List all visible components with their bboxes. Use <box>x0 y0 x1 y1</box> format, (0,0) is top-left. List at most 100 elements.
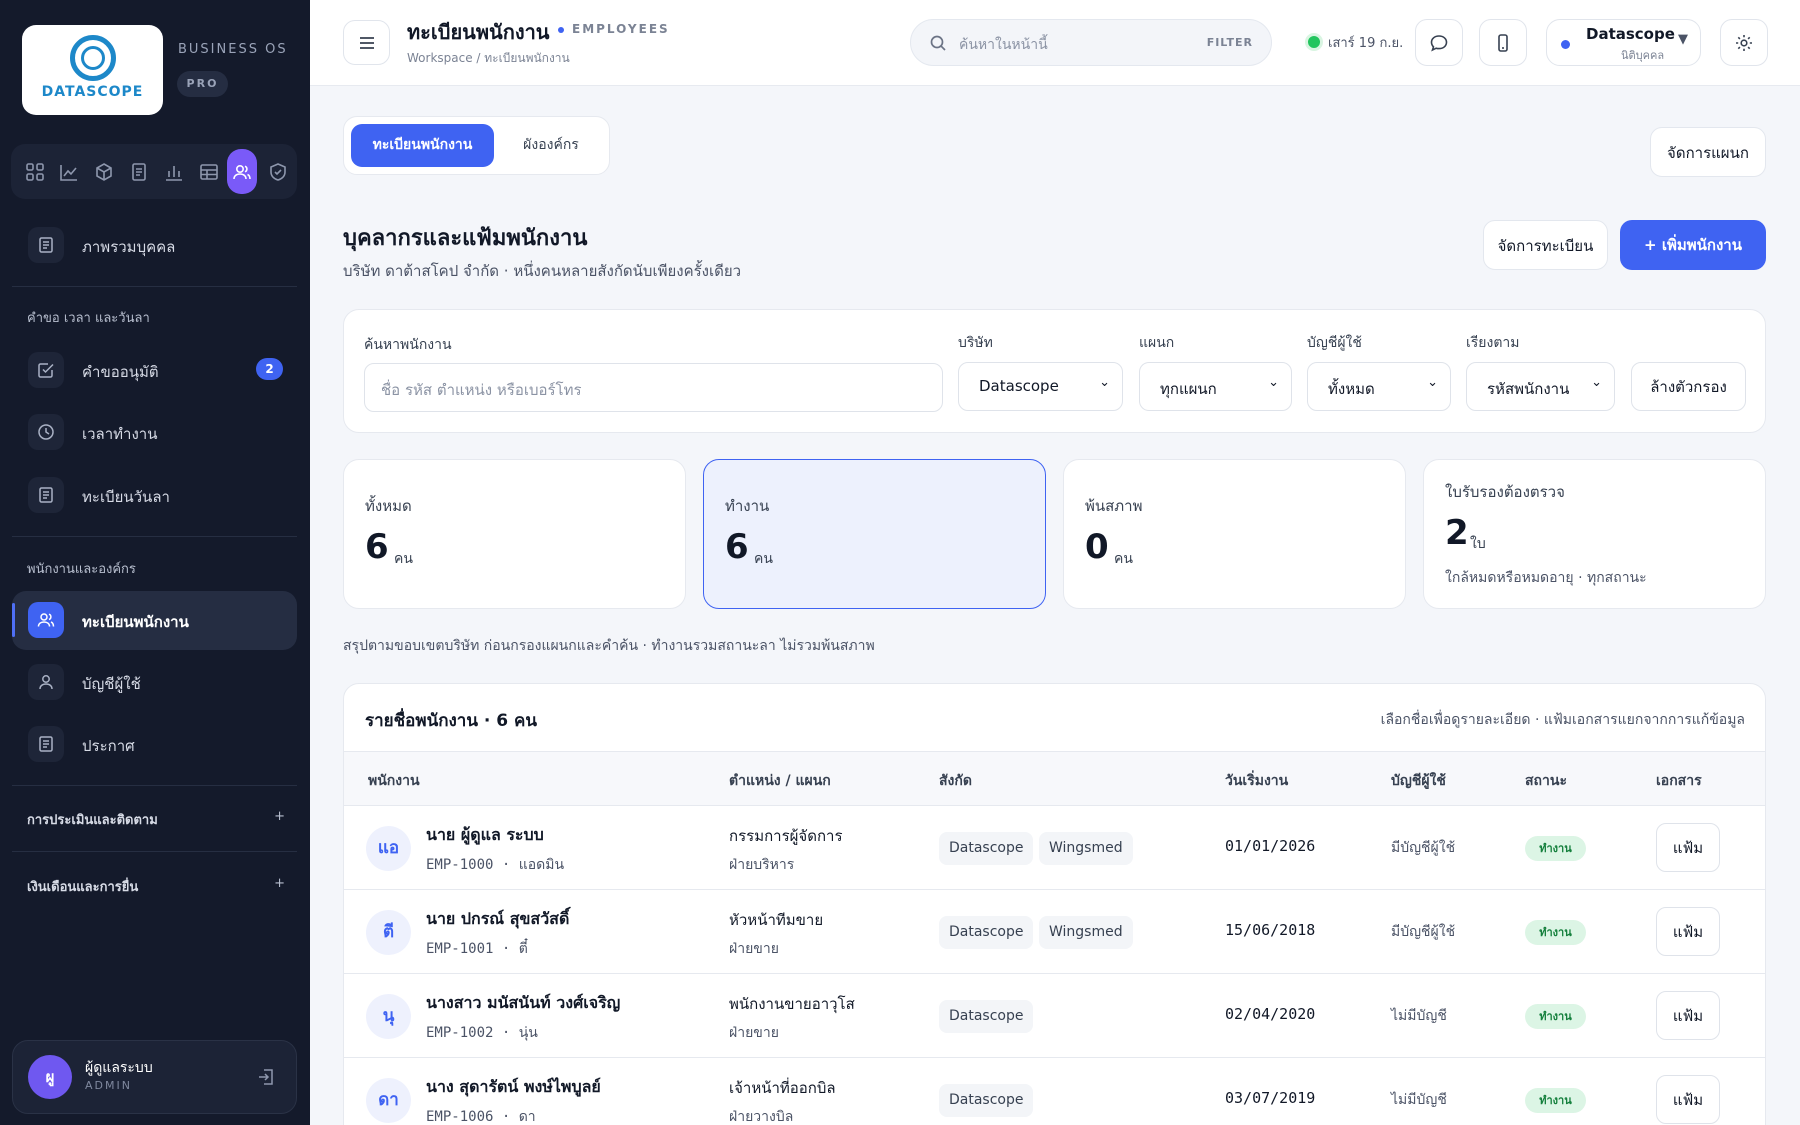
stat-unit: คน <box>754 551 773 567</box>
column-header-affiliation[interactable]: สังกัด <box>939 770 972 792</box>
documents-button[interactable]: แฟ้ม <box>1656 823 1720 872</box>
menu-button[interactable] <box>343 20 390 65</box>
caret-down-icon: ▼ <box>1678 32 1688 47</box>
column-header-account[interactable]: บัญชีผู้ใช้ <box>1391 770 1446 792</box>
sidebar-group-evaluation[interactable]: การประเมินและติดตาม + <box>27 809 285 830</box>
logout-icon[interactable] <box>256 1067 276 1087</box>
document-icon <box>28 726 64 762</box>
column-header-start-date[interactable]: วันเริ่มงาน <box>1225 770 1288 792</box>
page-search-input[interactable]: ค้นหาในหน้านี้ FILTER <box>910 19 1272 66</box>
sidebar-group-label: การประเมินและติดตาม <box>27 813 158 828</box>
mobile-button[interactable] <box>1479 19 1527 66</box>
employee-position: หัวหน้าทีมขาย <box>729 911 824 929</box>
table-icon[interactable] <box>194 157 223 186</box>
employee-name[interactable]: นาย ผู้ดูแล ระบบ <box>426 823 544 848</box>
affiliation-tag: Datascope <box>939 1084 1034 1117</box>
search-placeholder: ชื่อ รหัส ตำแหน่ง หรือเบอร์โทร <box>381 381 582 399</box>
sidebar-item-user-accounts[interactable]: บัญชีผู้ใช้ <box>12 653 297 710</box>
account-status: ไม่มีบัญชี <box>1391 1092 1447 1108</box>
search-label: ค้นหาพนักงาน <box>364 337 452 353</box>
documents-button[interactable]: แฟ้ม <box>1656 1075 1720 1124</box>
sidebar-item-employee-register[interactable]: ทะเบียนพนักงาน <box>12 591 297 650</box>
breadcrumb[interactable]: Workspace / ทะเบียนพนักงาน <box>407 49 570 68</box>
sidebar-item-overview[interactable]: ภาพรวมบุคคล <box>12 216 297 273</box>
department-select[interactable]: ทุกแผนก ⌄ <box>1139 362 1292 411</box>
section-title: บุคลากรและแฟ้มพนักงาน <box>343 226 588 251</box>
document-icon <box>28 477 64 513</box>
company-switcher[interactable]: Datascope นิติบุคคล ▼ <box>1546 19 1701 66</box>
column-header-position[interactable]: ตำแหน่ง / แผนก <box>729 770 831 792</box>
user-role: ADMIN <box>85 1079 132 1092</box>
sort-select[interactable]: รหัสพนักงาน ⌄ <box>1466 362 1615 411</box>
employee-name[interactable]: นาย ปกรณ์ สุขสวัสดิ์ <box>426 907 569 932</box>
grid-icon[interactable] <box>20 157 49 186</box>
column-header-employee[interactable]: พนักงาน <box>368 770 420 792</box>
table-row[interactable]: ตี นาย ปกรณ์ สุขสวัสดิ์ EMP-1001 · ตี๋ ห… <box>344 890 1765 974</box>
company-select[interactable]: Datascope ⌄ <box>958 362 1123 411</box>
status-badge: ทำงาน <box>1525 1088 1586 1113</box>
clear-filters-button[interactable]: ล้างตัวกรอง <box>1631 362 1746 411</box>
section-heading-org: พนักงานและองค์กร <box>27 562 136 577</box>
settings-button[interactable] <box>1720 19 1768 66</box>
stat-value: 0 <box>1085 527 1109 567</box>
manage-register-button[interactable]: จัดการทะเบียน <box>1483 220 1608 270</box>
sidebar-item-announcements[interactable]: ประกาศ <box>12 715 297 772</box>
document-icon[interactable] <box>124 157 153 186</box>
current-user-card[interactable]: ผู ผู้ดูแลระบบ ADMIN <box>12 1040 297 1114</box>
employee-id: EMP-1000 · แอดมิน <box>426 857 565 873</box>
employee-department: ฝ่ายบริหาร <box>729 857 795 873</box>
brand-product: BUSINESS OS <box>178 42 288 57</box>
employee-search-input[interactable]: ชื่อ รหัส ตำแหน่ง หรือเบอร์โทร <box>364 363 943 412</box>
account-select[interactable]: ทั้งหมด ⌄ <box>1307 362 1451 411</box>
stat-card-active[interactable]: ทำงาน 6 คน <box>703 459 1046 609</box>
column-header-documents[interactable]: เอกสาร <box>1656 770 1702 792</box>
add-employee-button[interactable]: + เพิ่มพนักงาน <box>1620 220 1766 270</box>
chat-button[interactable] <box>1415 19 1463 66</box>
table-row[interactable]: นุ นางสาว มนัสนันท์ วงศ์เจริญ EMP-1002 ·… <box>344 974 1765 1058</box>
hamburger-icon <box>359 36 374 49</box>
stat-unit: ใบ <box>1470 536 1486 552</box>
online-status-dot <box>1305 33 1323 51</box>
status-badge: ทำงาน <box>1525 836 1586 861</box>
tab-org-chart[interactable]: ผังองค์กร <box>499 124 603 167</box>
affiliation-tag: Datascope <box>939 916 1034 949</box>
bar-chart-icon[interactable] <box>159 157 188 186</box>
user-icon <box>28 664 64 700</box>
sidebar-item-work-time[interactable]: เวลาทำงาน <box>12 403 297 460</box>
manage-departments-button[interactable]: จัดการแผนก <box>1650 127 1766 177</box>
chevron-down-icon: ⌄ <box>1427 375 1438 390</box>
column-header-status[interactable]: สถานะ <box>1525 770 1567 792</box>
box-icon[interactable] <box>89 157 118 186</box>
documents-button[interactable]: แฟ้ม <box>1656 991 1720 1040</box>
employee-id: EMP-1002 · นุ่น <box>426 1025 538 1041</box>
divider <box>12 536 297 537</box>
employee-name[interactable]: นางสาว มนัสนันท์ วงศ์เจริญ <box>426 991 620 1016</box>
title-separator-dot <box>558 27 564 33</box>
affiliation-tag: Datascope <box>939 1000 1034 1033</box>
current-date: เสาร์ 19 ก.ย. <box>1328 36 1404 51</box>
stat-label: พ้นสภาพ <box>1085 497 1143 515</box>
trend-icon[interactable] <box>54 157 83 186</box>
stat-card-total[interactable]: ทั้งหมด 6 คน <box>343 459 686 609</box>
stat-card-certificates[interactable]: ใบรับรองต้องตรวจ 2 ใบ ใกล้หมดหรือหมดอายุ… <box>1423 459 1766 609</box>
sidebar-group-payroll[interactable]: เงินเดือนและการยื่น + <box>27 876 285 897</box>
tab-employee-register[interactable]: ทะเบียนพนักงาน <box>351 124 494 167</box>
table-row[interactable]: ดา นาง สุดารัตน์ พงษ์ไพบูลย์ EMP-1006 · … <box>344 1058 1765 1125</box>
expand-plus-icon: + <box>274 809 285 824</box>
brand-logo[interactable]: DATASCOPE <box>22 25 163 115</box>
table-row[interactable]: แอ นาย ผู้ดูแล ระบบ EMP-1000 · แอดมิน กร… <box>344 806 1765 890</box>
stat-value: 6 <box>725 527 749 567</box>
filter-label[interactable]: FILTER <box>1207 36 1253 49</box>
users-icon[interactable] <box>227 149 257 194</box>
company-filter-label: บริษัท <box>958 335 993 351</box>
company-name: Datascope <box>1586 25 1675 43</box>
documents-button[interactable]: แฟ้ม <box>1656 907 1720 956</box>
table-hint: เลือกชื่อเพื่อดูรายละเอียด · แฟ้มเอกสารแ… <box>1380 712 1745 728</box>
stat-card-terminated[interactable]: พ้นสภาพ 0 คน <box>1063 459 1406 609</box>
users-icon <box>28 602 64 638</box>
shield-icon[interactable] <box>263 157 292 186</box>
company-dot <box>1561 40 1570 49</box>
employee-name[interactable]: นาง สุดารัตน์ พงษ์ไพบูลย์ <box>426 1075 601 1100</box>
sidebar-item-leave-register[interactable]: ทะเบียนวันลา <box>12 466 297 523</box>
sidebar-item-approvals[interactable]: คำขออนุมัติ 2 <box>12 341 297 398</box>
